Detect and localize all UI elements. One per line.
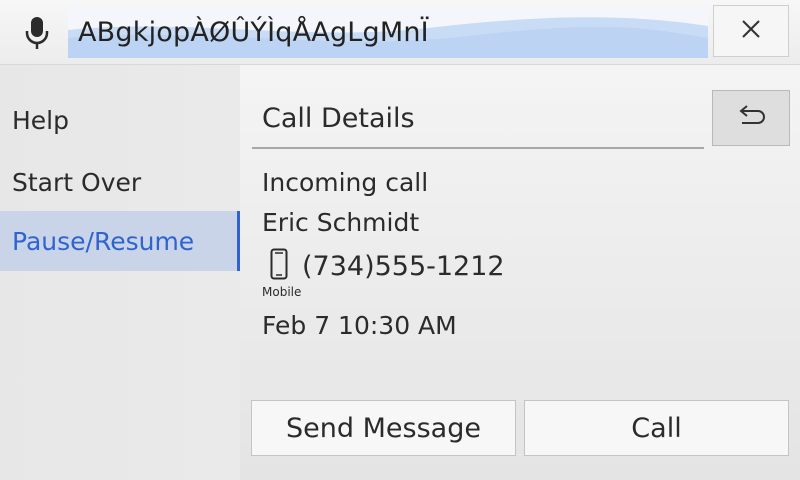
mobile-phone-icon <box>270 248 288 284</box>
close-icon <box>740 18 762 44</box>
phone-number: (734)555-1212 <box>302 250 505 282</box>
call-status: Incoming call <box>262 168 429 197</box>
phone-type-label: Mobile <box>262 285 302 299</box>
sidebar-item-label: Pause/Resume <box>12 226 195 256</box>
call-label: Call <box>631 412 682 444</box>
sidebar-item-label: Help <box>12 105 69 135</box>
caller-name: Eric Schmidt <box>262 208 420 237</box>
speech-recognition-display: ABgkjopÀØÛÝÌqÅAgLgMnÏ <box>68 8 708 58</box>
back-arrow-icon <box>734 105 768 131</box>
microphone-icon[interactable] <box>22 16 52 50</box>
close-button[interactable] <box>713 5 789 57</box>
phone-row: (734)555-1212 <box>270 248 505 284</box>
call-button[interactable]: Call <box>524 400 789 456</box>
sidebar-item-help[interactable]: Help <box>0 90 240 150</box>
page-title: Call Details <box>262 103 415 134</box>
speech-text: ABgkjopÀØÛÝÌqÅAgLgMnÏ <box>78 17 429 48</box>
send-message-button[interactable]: Send Message <box>251 400 516 456</box>
sidebar: Help Start Over Pause/Resume <box>0 65 240 480</box>
top-bar: ABgkjopÀØÛÝÌqÅAgLgMnÏ <box>0 0 800 65</box>
sidebar-item-start-over[interactable]: Start Over <box>0 152 240 212</box>
title-divider <box>252 147 704 149</box>
sidebar-item-label: Start Over <box>12 167 142 197</box>
call-details-panel: Call Details Incoming call Eric Schmidt … <box>240 65 800 480</box>
send-message-label: Send Message <box>286 412 481 444</box>
back-button[interactable] <box>712 90 790 146</box>
sidebar-item-pause-resume[interactable]: Pause/Resume <box>0 211 240 271</box>
call-datetime: Feb 7 10:30 AM <box>262 311 457 340</box>
